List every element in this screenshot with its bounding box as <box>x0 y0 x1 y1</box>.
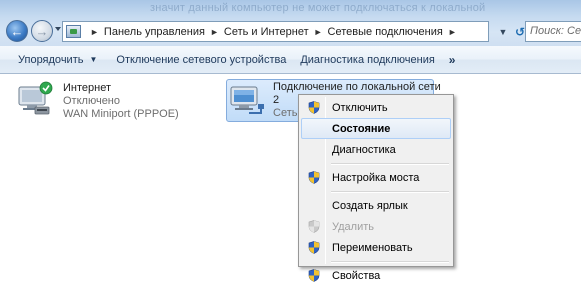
breadcrumb-chevron-icon[interactable]: ► <box>90 27 99 37</box>
diagnose-connection-label: Диагностика подключения <box>300 53 435 66</box>
breadcrumb-network-connections[interactable]: Сетевые подключения <box>328 26 443 38</box>
menu-item-diagnostics[interactable]: Диагностика <box>301 139 451 160</box>
background-error-text: значит данный компьютер не может подключ… <box>150 2 486 14</box>
menu-item-label: Свойства <box>332 269 381 282</box>
menu-item-label: Диагностика <box>332 143 396 156</box>
uac-shield-icon <box>308 269 320 282</box>
search-input[interactable]: Поиск: Сете... <box>525 21 581 42</box>
menu-item-properties[interactable]: Свойства <box>301 265 451 286</box>
menu-item-status[interactable]: Состояние <box>301 118 451 139</box>
organize-label: Упорядочить <box>18 53 84 66</box>
menu-separator <box>331 258 451 265</box>
breadcrumb-network-internet[interactable]: Сеть и Интернет <box>224 26 309 38</box>
command-toolbar: Упорядочить ▼ Отключение сетевого устрой… <box>0 46 581 74</box>
diagnose-connection-button[interactable]: Диагностика подключения <box>300 46 434 74</box>
breadcrumb-chevron-icon[interactable]: ► <box>448 27 457 37</box>
menu-item-label: Переименовать <box>332 241 413 254</box>
chevron-down-icon: ▼ <box>498 26 508 37</box>
forward-button[interactable]: → <box>31 20 53 42</box>
menu-item-label: Создать ярлык <box>332 199 408 212</box>
connection-name: Подключение по локальной сети <box>273 81 441 93</box>
breadcrumb-chevron-icon[interactable]: ► <box>314 27 323 37</box>
window-titlebar: значит данный компьютер не может подключ… <box>0 0 581 46</box>
menu-item-delete: Удалить <box>301 216 451 237</box>
address-bar[interactable]: ► Панель управления ► Сеть и Интернет ► … <box>62 21 489 42</box>
connection-status: Отключено <box>63 95 120 107</box>
lan-connection-icon <box>230 86 264 114</box>
uac-shield-icon <box>308 171 320 184</box>
disable-device-label: Отключение сетевого устройства <box>116 53 287 66</box>
connection-text: Интернет Отключено WAN Miniport (PPPOE) <box>63 82 179 121</box>
refresh-icon: ↺ <box>514 24 526 39</box>
menu-item-disable[interactable]: Отключить <box>301 97 451 118</box>
menu-item-label: Состояние <box>332 122 391 135</box>
connection-name: Интернет <box>63 82 111 94</box>
more-chevron-icon: » <box>448 52 456 67</box>
address-dropdown-button[interactable]: ▼ <box>495 22 511 41</box>
menu-item-label: Удалить <box>332 220 374 233</box>
uac-shield-icon <box>308 101 320 114</box>
back-button[interactable]: ← <box>6 20 28 42</box>
menu-separator <box>331 188 451 195</box>
connection-device: WAN Miniport (PPPOE) <box>63 108 179 120</box>
disable-device-button[interactable]: Отключение сетевого устройства <box>116 46 286 74</box>
menu-item-label: Настройка моста <box>332 171 420 184</box>
context-menu: Отключить Состояние Диагностика Настройк… <box>298 94 454 282</box>
organize-button[interactable]: Упорядочить ▼ <box>18 46 97 74</box>
connection-item-internet[interactable]: Интернет Отключено WAN Miniport (PPPOE) <box>17 81 187 125</box>
arrow-right-icon: → <box>35 23 49 39</box>
more-commands-button[interactable]: » <box>448 46 456 74</box>
control-panel-icon <box>66 25 81 38</box>
breadcrumb-chevron-icon[interactable]: ► <box>210 27 219 37</box>
connections-view: Интернет Отключено WAN Miniport (PPPOE) … <box>0 75 581 293</box>
breadcrumb-control-panel[interactable]: Панель управления <box>104 26 205 38</box>
chevron-down-icon: ▼ <box>89 55 98 64</box>
dialup-connection-icon <box>18 81 53 115</box>
menu-item-rename[interactable]: Переименовать <box>301 237 451 258</box>
recent-pages-dropdown[interactable] <box>55 27 61 31</box>
arrow-left-icon: ← <box>10 23 24 39</box>
menu-item-create-shortcut[interactable]: Создать ярлык <box>301 195 451 216</box>
uac-shield-icon <box>308 220 320 233</box>
uac-shield-icon <box>308 241 320 254</box>
menu-item-bridge[interactable]: Настройка моста <box>301 167 451 188</box>
menu-item-label: Отключить <box>332 101 388 114</box>
menu-separator <box>331 160 451 167</box>
